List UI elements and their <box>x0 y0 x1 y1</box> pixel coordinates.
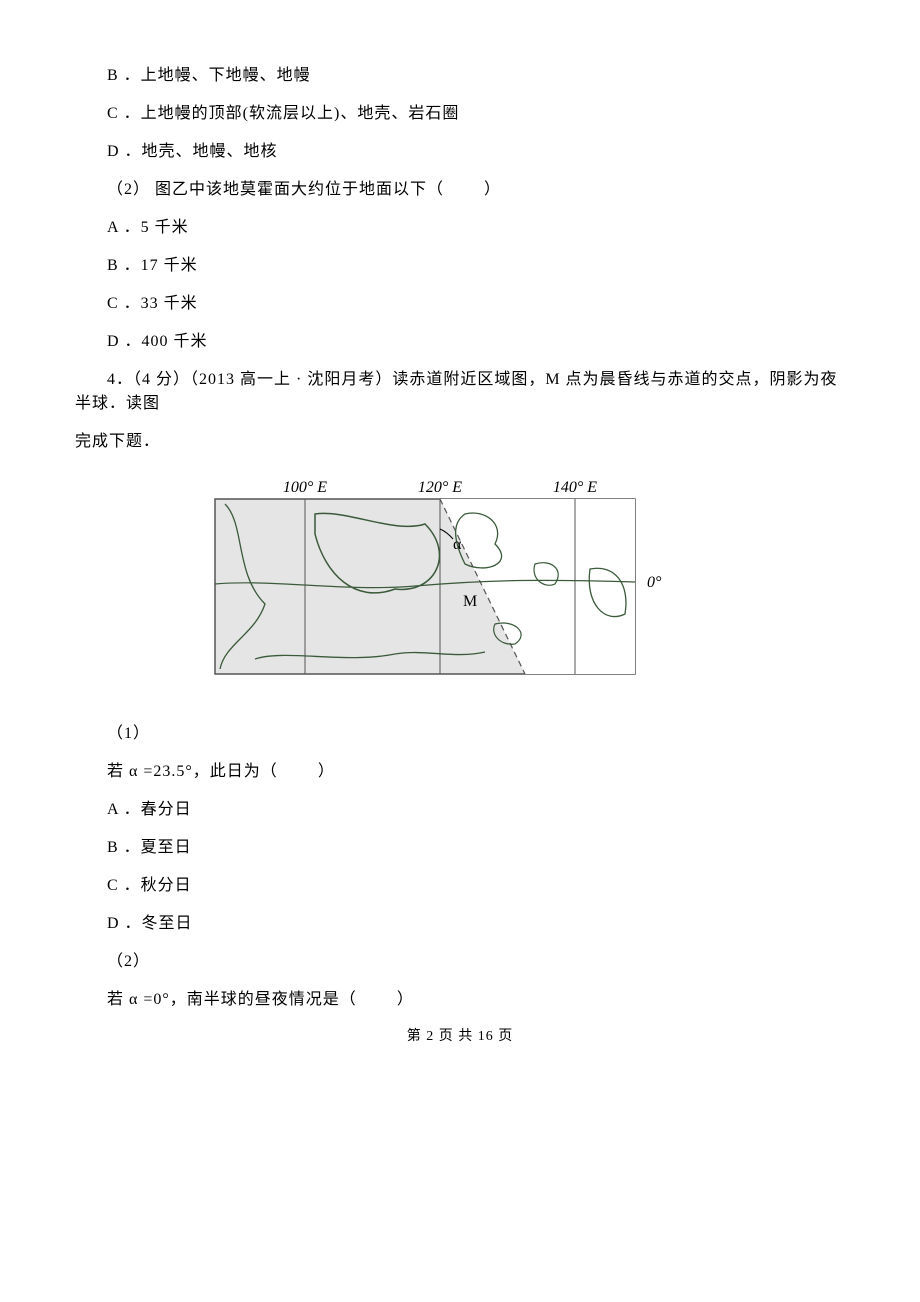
q4-sub2-text: 若 α =0°，南半球的昼夜情况是（ <box>107 991 357 1008</box>
q3-sub2-stem: （2） 图乙中该地莫霍面大约位于地面以下（ ） <box>75 178 845 202</box>
q4-sub2-close: ） <box>397 991 414 1008</box>
q4s1-option-a[interactable]: A ．春分日 <box>75 798 845 822</box>
q3s2-option-c[interactable]: C ．33 千米 <box>75 292 845 316</box>
map-figure: 100° E 120° E 140° E 0° α M <box>195 474 845 702</box>
q4-sub2-stem: 若 α =0°，南半球的昼夜情况是（ ） <box>75 988 845 1012</box>
lon-140e-label: 140° E <box>553 479 597 496</box>
q3s2-option-b[interactable]: B ．17 千米 <box>75 254 845 278</box>
q4-stem-line1: 4．（4 分）（2013 高一上 · 沈阳月考）读赤道附近区域图，M 点为晨昏线… <box>75 368 845 416</box>
option-c[interactable]: C ．上地幔的顶部(软流层以上)、地壳、岩石圈 <box>75 102 845 126</box>
option-b[interactable]: B ．上地幔、下地幔、地幔 <box>75 64 845 88</box>
q3s2-option-d[interactable]: D ．400 千米 <box>75 330 845 354</box>
q4-sub1-text: 若 α =23.5°，此日为（ <box>107 763 278 780</box>
q4s1-option-c[interactable]: C ．秋分日 <box>75 874 845 898</box>
q4-sub1-close: ） <box>318 763 335 780</box>
lon-100e-label: 100° E <box>283 479 327 496</box>
q4s1-option-d[interactable]: D ．冬至日 <box>75 912 845 936</box>
q4-sub1-num: （1） <box>75 722 845 746</box>
map-svg: 100° E 120° E 140° E 0° α M <box>195 474 665 694</box>
q3-sub2-text: （2） 图乙中该地莫霍面大约位于地面以下（ <box>107 181 444 198</box>
q4s1-option-b[interactable]: B ．夏至日 <box>75 836 845 860</box>
q3-sub2-close: ） <box>484 181 501 198</box>
alpha-label: α <box>453 536 462 553</box>
lat-0-label: 0° <box>647 574 662 591</box>
q4-sub2-num: （2） <box>75 950 845 974</box>
m-point-label: M <box>463 593 477 610</box>
q3s2-option-a[interactable]: A ．5 千米 <box>75 216 845 240</box>
option-d[interactable]: D ．地壳、地幔、地核 <box>75 140 845 164</box>
page-footer: 第 2 页 共 16 页 <box>75 1026 845 1047</box>
q4-stem-line2: 完成下题． <box>75 430 845 454</box>
q4-sub1-stem: 若 α =23.5°，此日为（ ） <box>75 760 845 784</box>
lon-120e-label: 120° E <box>418 479 462 496</box>
